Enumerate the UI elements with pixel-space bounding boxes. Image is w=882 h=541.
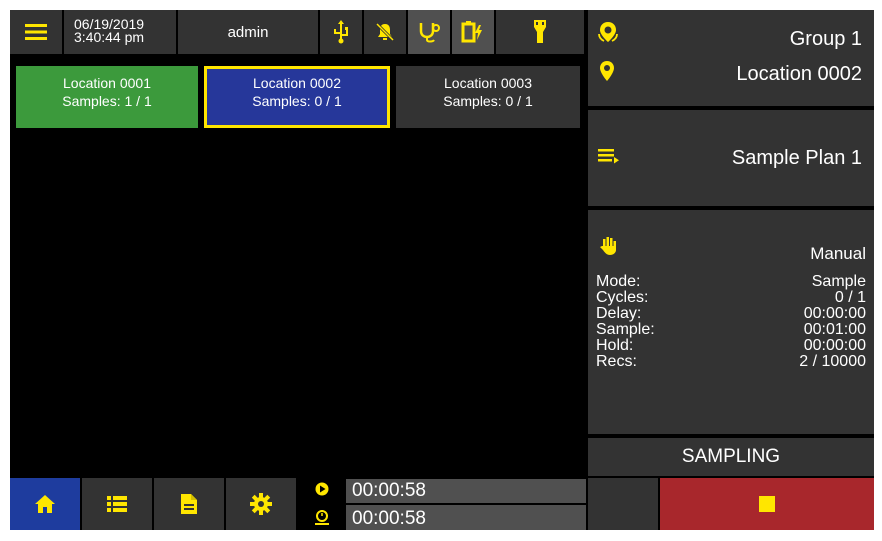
stat-value: 0 / 1 — [834, 289, 866, 306]
document-button[interactable] — [154, 478, 224, 530]
group-location-panel: Group 1 Location 0002 — [588, 10, 874, 106]
device-screen: 06/19/2019 3:40:44 pm admin Location 000… — [10, 10, 874, 530]
datetime-box: 06/19/2019 3:40:44 pm — [64, 10, 176, 54]
sample-plan-icon — [598, 148, 620, 166]
user-name: admin — [227, 23, 269, 41]
document-icon — [181, 494, 197, 514]
menu-icon — [25, 23, 47, 41]
stat-row: Delay: 00:00:00 — [596, 306, 866, 322]
list-button[interactable] — [82, 478, 152, 530]
stat-row: Hold: 00:00:00 — [596, 338, 866, 354]
battery-status[interactable] — [452, 10, 494, 54]
current-location: Location 0002 — [736, 63, 862, 85]
elapsed-play-icon — [315, 482, 329, 496]
location-pin-icon — [599, 60, 615, 82]
stat-label: Sample: — [596, 321, 655, 338]
stat-label: Delay: — [596, 305, 642, 322]
remaining-timer-icon — [315, 510, 329, 526]
home-button[interactable] — [10, 478, 80, 530]
location-tab-3[interactable]: Location 0003 Samples: 0 / 1 — [396, 66, 580, 128]
settings-button[interactable] — [226, 478, 296, 530]
probe-status[interactable] — [408, 10, 450, 54]
flashlight-icon — [533, 20, 547, 44]
battery-charging-icon — [461, 21, 485, 43]
location-samples: Samples: 0 / 1 — [443, 93, 533, 109]
location-tab-2[interactable]: Location 0002 Samples: 0 / 1 — [204, 66, 390, 128]
location-name: Location 0002 — [253, 75, 341, 91]
stop-button[interactable] — [660, 478, 874, 530]
remaining-time: 00:00:58 — [352, 508, 426, 529]
mode-type: Manual — [810, 244, 866, 263]
manual-hand-icon — [600, 236, 618, 256]
stat-label: Mode: — [596, 273, 641, 290]
location-samples: Samples: 1 / 1 — [62, 93, 152, 109]
stat-row: Sample: 00:01:00 — [596, 322, 866, 338]
empty-slot — [588, 478, 658, 530]
stat-row: Recs: 2 / 10000 — [596, 354, 866, 370]
list-icon — [107, 496, 127, 512]
probe-icon — [418, 21, 440, 43]
location-tab-1[interactable]: Location 0001 Samples: 1 / 1 — [16, 66, 198, 128]
stat-row: Cycles: 0 / 1 — [596, 290, 866, 306]
user-box[interactable]: admin — [178, 10, 318, 54]
sample-plan-name: Sample Plan 1 — [731, 147, 862, 169]
sample-plan-panel[interactable]: Sample Plan 1 — [588, 110, 874, 206]
stat-label: Cycles: — [596, 289, 649, 306]
stat-value: 00:01:00 — [803, 321, 866, 338]
sampling-status: SAMPLING — [681, 446, 781, 467]
status-bar: SAMPLING — [588, 438, 874, 476]
stat-value: 2 / 10000 — [799, 353, 866, 370]
usb-status[interactable] — [320, 10, 362, 54]
stat-value: Sample — [811, 273, 866, 290]
alarm-off-icon — [375, 22, 395, 42]
menu-button[interactable] — [10, 10, 62, 54]
location-name: Location 0003 — [444, 75, 532, 91]
elapsed-time: 00:00:58 — [352, 480, 426, 501]
group-name: Group 1 — [789, 28, 862, 50]
stats-list: Mode: Sample Cycles: 0 / 1 Delay: 00:00:00 Sam… — [596, 274, 866, 370]
sampling-info-panel: Manual Mode: Sample Cycles: 0 / 1 Delay: 00:0… — [588, 210, 874, 434]
time-text: 3:40:44 pm — [74, 29, 145, 45]
flashlight-status[interactable] — [496, 10, 584, 54]
alarm-status[interactable] — [364, 10, 406, 54]
stat-label: Recs: — [596, 353, 637, 370]
home-icon — [34, 494, 56, 514]
stat-label: Hold: — [596, 337, 634, 354]
group-location-icon — [598, 20, 618, 44]
usb-icon — [333, 20, 349, 44]
timer-area: 00:00:58 00:00:58 — [298, 478, 586, 530]
stat-row: Mode: Sample — [596, 274, 866, 290]
stop-icon — [759, 496, 775, 512]
settings-icon — [250, 493, 272, 515]
stat-value: 00:00:00 — [803, 337, 866, 354]
location-name: Location 0001 — [63, 75, 151, 91]
stat-value: 00:00:00 — [803, 305, 866, 322]
location-samples: Samples: 0 / 1 — [252, 93, 342, 109]
